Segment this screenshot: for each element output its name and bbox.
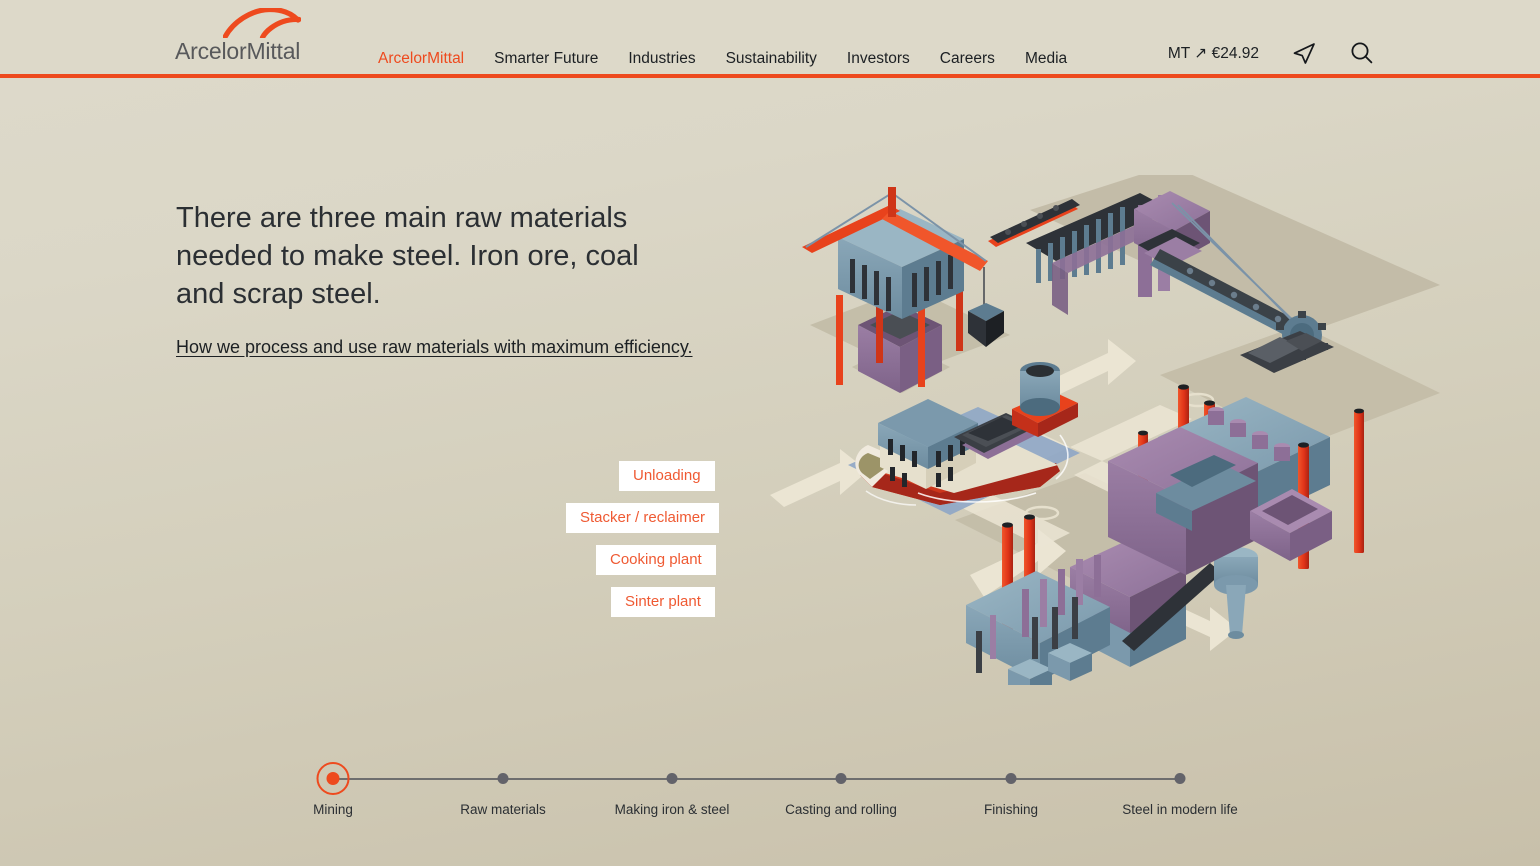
- timeline-label-steel-in-modern-life[interactable]: Steel in modern life: [1122, 802, 1238, 817]
- timeline-label-finishing[interactable]: Finishing: [984, 802, 1038, 817]
- timeline-dot[interactable]: [326, 772, 340, 785]
- chip-sinter-plant[interactable]: Sinter plant: [611, 587, 715, 617]
- chip-cooking-plant[interactable]: Cooking plant: [596, 545, 716, 575]
- timeline-label-making-iron-steel[interactable]: Making iron & steel: [615, 802, 730, 817]
- timeline-dot[interactable]: [1005, 773, 1017, 784]
- timeline-label-casting-and-rolling[interactable]: Casting and rolling: [785, 802, 897, 817]
- process-step-chips: Unloading Stacker / reclaimer Cooking pl…: [0, 0, 1540, 866]
- timeline-label-mining[interactable]: Mining: [313, 802, 353, 817]
- chip-stacker-reclaimer[interactable]: Stacker / reclaimer: [566, 503, 720, 533]
- timeline-dot[interactable]: [835, 773, 847, 784]
- timeline-track: [333, 778, 1181, 780]
- chip-unloading[interactable]: Unloading: [619, 461, 715, 491]
- timeline-dot[interactable]: [666, 773, 678, 784]
- timeline-dot[interactable]: [1174, 773, 1186, 784]
- process-timeline: Mining Raw materials Making iron & steel…: [0, 738, 1540, 838]
- timeline-label-raw-materials[interactable]: Raw materials: [460, 802, 546, 817]
- timeline-dot[interactable]: [497, 773, 509, 784]
